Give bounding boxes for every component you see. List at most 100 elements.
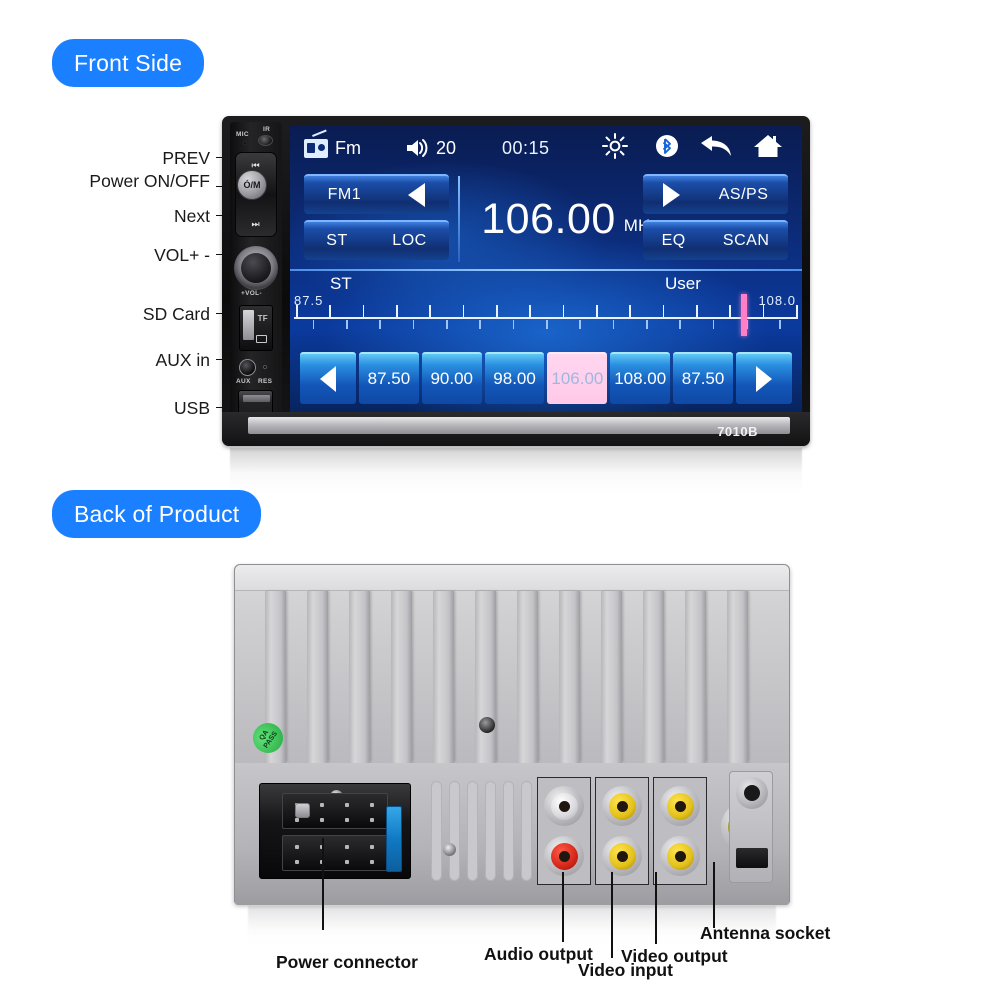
video-output-jack-1[interactable] — [660, 786, 700, 826]
chevron-right-icon — [755, 366, 772, 392]
preset-bar[interactable]: 87.50 90.00 98.00 106.00 108.00 87.50 — [290, 349, 802, 407]
yellow-rca-ring — [608, 842, 636, 870]
clock-display: 00:15 — [502, 137, 550, 158]
scale-tick — [429, 305, 431, 317]
annotation-antenna-socket: Antenna socket — [700, 923, 831, 943]
next-button[interactable]: ⏭ — [236, 214, 276, 234]
connector-pin — [295, 818, 299, 822]
chrome-trim — [248, 417, 790, 434]
heatsink-fin — [391, 591, 412, 763]
frequency-value: 106.00 — [481, 194, 616, 243]
preset-value: 106.00 — [551, 369, 604, 388]
preset-prev-button[interactable] — [300, 352, 356, 404]
leader-video-output — [655, 872, 657, 944]
preset-value: 98.00 — [493, 369, 536, 388]
eq-button[interactable]: EQ — [662, 232, 686, 250]
video-input-group[interactable] — [595, 777, 649, 885]
sd-card-slot[interactable]: TF — [239, 305, 273, 351]
annotation-volume: VOL+ - — [154, 245, 210, 265]
preset-button[interactable]: 98.00 — [484, 352, 545, 404]
scale-tick — [396, 305, 398, 317]
preset-button[interactable]: 90.00 — [421, 352, 482, 404]
scale-tick — [496, 305, 498, 317]
video-input-jack-2[interactable] — [602, 836, 642, 876]
round-socket[interactable] — [736, 777, 768, 809]
band-group[interactable]: FM1 — [304, 174, 449, 214]
video-input-jack-1[interactable] — [602, 786, 642, 826]
connector-pin — [345, 845, 349, 849]
preset-value: 108.00 — [614, 369, 667, 388]
annotation-audio-output: Audio output — [484, 944, 593, 964]
volume-knob[interactable] — [234, 246, 278, 290]
bluetooth-button[interactable] — [654, 133, 680, 164]
back-button[interactable] — [699, 134, 733, 163]
preset-button[interactable]: 87.50 — [359, 352, 419, 404]
scale-subtick — [612, 320, 615, 329]
touchscreen-display[interactable]: Fm 20 00:15 FM1 ST LOC 106.00 MHz AS/PS … — [290, 126, 802, 413]
volume-indicator[interactable]: 20 — [405, 138, 456, 159]
power-pin-block-bottom — [282, 835, 388, 871]
tuning-scale[interactable]: ST User 87.5 108.0 — [290, 272, 802, 340]
vent-knob — [295, 803, 310, 818]
brightness-button[interactable] — [602, 132, 628, 164]
asps-button[interactable]: AS/PS — [719, 186, 769, 204]
ir-receiver-icon — [258, 135, 273, 146]
scale-subtick — [346, 320, 348, 329]
ir-label: IR — [263, 126, 271, 133]
preset-value: 87.50 — [681, 369, 725, 388]
scale-subtick — [479, 320, 481, 329]
connector-pin — [320, 803, 324, 807]
annotation-power-connector: Power connector — [276, 952, 418, 972]
loc-button[interactable]: LOC — [392, 232, 426, 250]
vent-slot — [467, 781, 478, 881]
aux-input-jack[interactable] — [239, 359, 256, 376]
video-output-group[interactable] — [653, 777, 707, 885]
tf-label: TF — [257, 314, 268, 323]
tuning-marker[interactable] — [741, 294, 747, 336]
vent-slot — [503, 781, 514, 881]
scale-tick — [529, 305, 531, 317]
audio-output-right-jack[interactable] — [544, 836, 584, 876]
video-output-jack-2[interactable] — [660, 836, 700, 876]
st-loc-group[interactable]: ST LOC — [304, 220, 449, 260]
bluetooth-icon — [656, 134, 678, 157]
source-indicator[interactable]: Fm — [304, 128, 361, 159]
connector-pin — [295, 845, 299, 849]
scale-tick — [629, 305, 631, 317]
eq-scan-group[interactable]: EQ SCAN — [643, 220, 788, 260]
annotation-sd-card: SD Card — [142, 304, 210, 324]
scale-tick — [729, 305, 731, 317]
preset-next-button[interactable] — [735, 352, 792, 404]
microphone-icon — [243, 141, 247, 145]
triangle-left-icon[interactable] — [408, 183, 426, 207]
connector-pin — [370, 860, 374, 864]
preset-value: 90.00 — [430, 369, 474, 388]
scan-button[interactable]: SCAN — [723, 232, 769, 250]
front-control-column: MIC IR ⏮ ⏭ Ó/M +VOL- TF AUX RES — [230, 122, 282, 430]
scale-tick — [596, 305, 598, 317]
volume-value: 20 — [436, 137, 457, 158]
reset-hole[interactable] — [263, 365, 267, 369]
power-button[interactable]: Ó/M — [237, 170, 267, 200]
preset-button[interactable]: 108.00 — [610, 352, 671, 404]
rectangular-port[interactable] — [736, 848, 768, 868]
preset-button[interactable]: 106.00 — [547, 352, 608, 404]
heatsink-screw — [479, 717, 495, 733]
audio-output-group[interactable] — [537, 777, 591, 885]
scale-tick — [362, 305, 365, 317]
yellow-rca-ring — [608, 792, 636, 820]
st-button[interactable]: ST — [326, 232, 347, 250]
scale-tick — [562, 305, 565, 317]
heatsink-fin — [475, 591, 496, 763]
triangle-right-icon[interactable] — [662, 183, 680, 207]
heatsink-fin — [685, 591, 706, 763]
leader-power-connector — [322, 838, 324, 930]
audio-output-left-jack[interactable] — [544, 786, 584, 826]
asps-group[interactable]: AS/PS — [643, 174, 788, 214]
power-connector[interactable] — [259, 783, 411, 879]
heatsink-fin — [433, 591, 454, 763]
preset-button[interactable]: 87.50 — [673, 352, 733, 404]
connector-pin — [345, 860, 349, 864]
home-button[interactable] — [753, 133, 783, 164]
red-rca-ring — [550, 842, 578, 870]
